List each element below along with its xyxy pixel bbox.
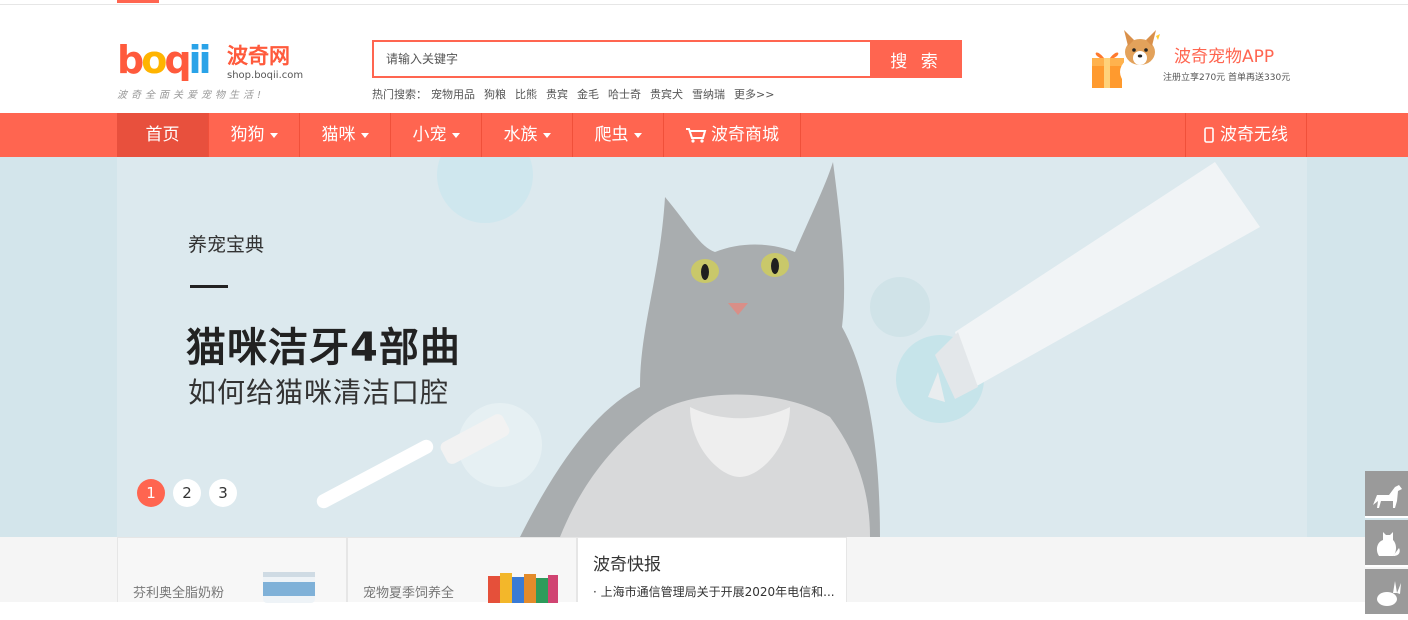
logo-name: 波奇网	[227, 44, 290, 68]
app-subtitle: 注册立享270元 首单再送330元	[1163, 73, 1291, 83]
nav-item-home[interactable]: 首页	[117, 113, 209, 157]
nav-label: 爬虫	[594, 125, 629, 145]
caret-down-icon	[542, 132, 551, 138]
hot-search-link[interactable]: 宠物用品	[431, 88, 475, 101]
nav-label: 首页	[145, 125, 180, 145]
phone-icon	[1204, 127, 1214, 143]
pet-snacks-image	[488, 573, 558, 603]
dog-icon	[1373, 485, 1402, 508]
nav-item-mobile[interactable]: 波奇无线	[1185, 113, 1307, 157]
nav-label: 猫咪	[321, 125, 356, 145]
milk-powder-can-image	[263, 572, 315, 603]
rabbit-icon	[1377, 581, 1401, 606]
hot-search-link[interactable]: 贵宾犬	[650, 88, 683, 101]
news-item[interactable]: · 上海市通信管理局关于开展2020年电信和...	[593, 583, 835, 600]
nav-item-aquatic[interactable]: 水族	[482, 113, 573, 157]
hot-search-label: 热门搜索：	[372, 88, 427, 101]
corgi-gift-icon	[1092, 30, 1160, 88]
app-promo[interactable]: 波奇宠物APP 注册立享270元 首单再送330元	[1090, 28, 1308, 90]
logo-slogan: 波奇全面关爱宠物生活!	[117, 90, 266, 101]
nav-label: 波奇商城	[711, 125, 779, 145]
nav-label: 水族	[503, 125, 538, 145]
search-button[interactable]: 搜 索	[870, 40, 962, 78]
app-title: 波奇宠物APP	[1174, 47, 1275, 67]
cat-icon	[1376, 532, 1400, 556]
news-title: 波奇快报	[593, 555, 661, 575]
promo-strip: 芬利奥全脂奶粉 宠物夏季饲养全 波奇快报 · 上海市通信管理局关于开展2020年…	[0, 537, 1408, 603]
carousel-dot-3[interactable]: 3	[209, 479, 237, 507]
nav-item-shop[interactable]: 波奇商城	[664, 113, 801, 157]
logo-mark: boqii	[117, 38, 212, 82]
nav-item-dogs[interactable]: 狗狗	[209, 113, 300, 157]
carousel-dot-2[interactable]: 2	[173, 479, 201, 507]
nav-mobile-label: 波奇无线	[1220, 125, 1288, 145]
cart-icon	[686, 128, 707, 143]
caret-down-icon	[451, 132, 460, 138]
top-accent	[117, 0, 159, 3]
nav-item-cats[interactable]: 猫咪	[300, 113, 391, 157]
hero-banner[interactable]: 养宠宝典 猫咪洁牙4部曲 如何给猫咪清洁口腔 1 2 3	[0, 157, 1408, 537]
banner-subheadline: 如何给猫咪清洁口腔	[188, 376, 450, 409]
hot-search-link[interactable]: 金毛	[577, 88, 599, 101]
top-border	[0, 0, 1408, 5]
hot-search-link[interactable]: 比熊	[515, 88, 537, 101]
news-panel: 波奇快报 · 上海市通信管理局关于开展2020年电信和...	[577, 537, 847, 602]
nav-item-reptiles[interactable]: 爬虫	[573, 113, 664, 157]
banner-divider	[190, 285, 228, 288]
search-bar: 搜 索	[372, 40, 962, 78]
search-input[interactable]	[372, 40, 872, 78]
hot-search-link[interactable]: 雪纳瑞	[692, 88, 725, 101]
hot-search-link[interactable]: 贵宾	[546, 88, 568, 101]
promo-card[interactable]: 芬利奥全脂奶粉	[117, 537, 347, 603]
hot-search-link[interactable]: 狗粮	[484, 88, 506, 101]
nav-item-small-pets[interactable]: 小宠	[391, 113, 482, 157]
banner-kicker: 养宠宝典	[188, 234, 265, 256]
site-logo[interactable]: boqii 波奇网 shop.boqii.com 波奇全面关爱宠物生活!	[117, 36, 307, 102]
nav-label: 狗狗	[230, 125, 265, 145]
caret-down-icon	[269, 132, 278, 138]
nav-label: 小宠	[412, 125, 447, 145]
more-link[interactable]: 更多>>	[734, 88, 774, 101]
promo-card[interactable]: 宠物夏季饲养全	[347, 537, 577, 603]
side-button-rabbit[interactable]	[1365, 569, 1408, 616]
promo-card-title: 宠物夏季饲养全	[363, 586, 455, 601]
side-button-cat[interactable]	[1365, 520, 1408, 567]
caret-down-icon	[360, 132, 369, 138]
promo-card-title: 芬利奥全脂奶粉	[133, 586, 225, 601]
hot-searches: 热门搜索： 宠物用品 狗粮 比熊 贵宾 金毛 哈士奇 贵宾犬 雪纳瑞 更多>>	[372, 86, 783, 102]
caret-down-icon	[633, 132, 642, 138]
carousel-dot-1[interactable]: 1	[137, 479, 165, 507]
banner-headline: 猫咪洁牙4部曲	[186, 325, 461, 371]
main-nav: 首页 狗狗 猫咪 小宠 水族 爬虫 波奇商城 波奇无线	[0, 113, 1408, 157]
side-button-dog[interactable]	[1365, 471, 1408, 518]
hot-search-link[interactable]: 哈士奇	[608, 88, 641, 101]
logo-url: shop.boqii.com	[227, 70, 304, 81]
